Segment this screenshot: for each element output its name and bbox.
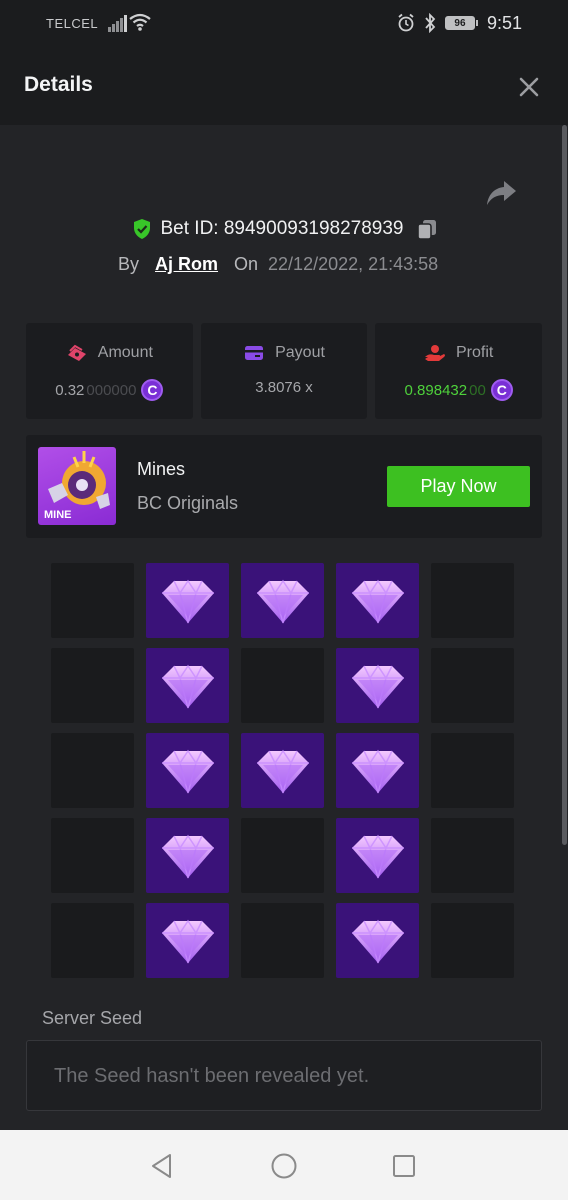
page-title: Details — [24, 73, 93, 96]
signal-icon — [108, 14, 128, 32]
coin-icon: C — [141, 379, 164, 401]
empty-tile — [51, 903, 134, 978]
battery-level: 96 — [454, 17, 466, 29]
empty-tile — [241, 648, 324, 723]
copy-icon[interactable] — [416, 218, 438, 240]
clock: 9:51 — [486, 12, 522, 33]
empty-tile — [431, 733, 514, 808]
alarm-icon — [398, 13, 414, 32]
on-label: On — [234, 254, 259, 274]
scrollbar[interactable] — [560, 125, 568, 1130]
gem-tile — [146, 648, 229, 723]
empty-tile — [431, 903, 514, 978]
server-seed-value: The Seed hasn't been revealed yet. — [54, 1065, 370, 1087]
payout-label: Payout — [275, 344, 325, 361]
gem-tile — [146, 733, 229, 808]
gem-tile — [146, 563, 229, 638]
amount-value: 0.32 — [55, 381, 85, 399]
gem-icon — [161, 579, 214, 623]
status-bar: TELCEL 96 9:51 — [0, 0, 568, 47]
empty-tile — [431, 818, 514, 893]
profit-card: Profit 0.898432 00 C — [375, 323, 543, 419]
home-icon[interactable] — [270, 1152, 298, 1180]
bet-id: Bet ID: 89490093198278939 — [160, 218, 404, 239]
gem-tile — [336, 903, 419, 978]
profit-value-trailing: 00 — [469, 381, 486, 399]
game-provider: BC Originals — [137, 493, 239, 513]
gem-tile — [336, 818, 419, 893]
username-link[interactable]: Aj Rom — [155, 254, 218, 275]
profit-label: Profit — [456, 344, 494, 361]
mines-game-thumbnail[interactable]: MINE — [38, 447, 116, 525]
gem-icon — [351, 664, 404, 708]
amount-card: Amount 0.32 000000 C — [26, 323, 193, 419]
back-icon[interactable] — [148, 1152, 176, 1180]
gem-tile — [336, 648, 419, 723]
bet-id-row: Bet ID: 89490093198278939 — [0, 218, 568, 240]
empty-tile — [51, 733, 134, 808]
share-icon[interactable] — [484, 178, 518, 208]
payout-card: Payout 3.8076 x — [200, 323, 368, 419]
amount-value-trailing: 000000 — [86, 381, 137, 399]
empty-tile — [431, 648, 514, 723]
by-label: By — [118, 254, 140, 274]
gem-icon — [351, 919, 404, 963]
empty-tile — [241, 903, 324, 978]
recent-apps-icon[interactable] — [390, 1152, 418, 1180]
game-name[interactable]: Mines — [137, 459, 185, 480]
empty-tile — [51, 563, 134, 638]
gem-icon — [351, 834, 404, 878]
amount-label: Amount — [97, 344, 153, 361]
gem-tile — [146, 903, 229, 978]
gem-tile — [336, 563, 419, 638]
server-seed-field: The Seed hasn't been revealed yet. — [26, 1040, 542, 1111]
gem-tile — [241, 563, 324, 638]
gem-icon — [256, 749, 309, 793]
profit-value: 0.898432 — [404, 381, 468, 399]
money-stack-icon — [67, 344, 86, 361]
close-icon[interactable] — [516, 74, 542, 100]
empty-tile — [51, 648, 134, 723]
server-seed-label: Server Seed — [42, 1008, 143, 1028]
wifi-icon — [129, 13, 151, 31]
bet-stats: Amount 0.32 000000 C Payout 3.8076 x Prof… — [26, 323, 543, 419]
system-nav-bar — [0, 1130, 568, 1200]
empty-tile — [431, 563, 514, 638]
gem-tile — [336, 733, 419, 808]
gem-icon — [256, 579, 309, 623]
battery-icon: 96 — [444, 16, 478, 30]
mines-board — [51, 563, 514, 978]
gem-icon — [351, 749, 404, 793]
thumbnail-label: MINE — [44, 509, 72, 521]
gem-icon — [161, 749, 214, 793]
carrier-name: TELCEL — [46, 16, 99, 31]
bet-datetime: 22/12/2022, 21:43:58 — [268, 254, 439, 274]
gem-tile — [241, 733, 324, 808]
empty-tile — [241, 818, 324, 893]
gem-icon — [161, 919, 214, 963]
hand-coin-icon — [425, 345, 445, 361]
bluetooth-icon — [425, 13, 436, 33]
empty-tile — [51, 818, 134, 893]
shield-check-icon — [133, 219, 150, 239]
gem-icon — [161, 834, 214, 878]
coin-icon: C — [490, 379, 513, 401]
details-header: Details — [0, 47, 568, 125]
payout-value: 3.8076 x — [255, 379, 313, 396]
gem-icon — [351, 579, 404, 623]
wallet-icon — [245, 346, 264, 360]
play-now-button[interactable]: Play Now — [387, 466, 530, 507]
gem-tile — [146, 818, 229, 893]
game-card: MINE Mines BC Originals Play Now — [26, 435, 542, 538]
bet-meta: By Aj Rom On 22/12/2022, 21:43:58 — [118, 254, 438, 275]
gem-icon — [161, 664, 214, 708]
